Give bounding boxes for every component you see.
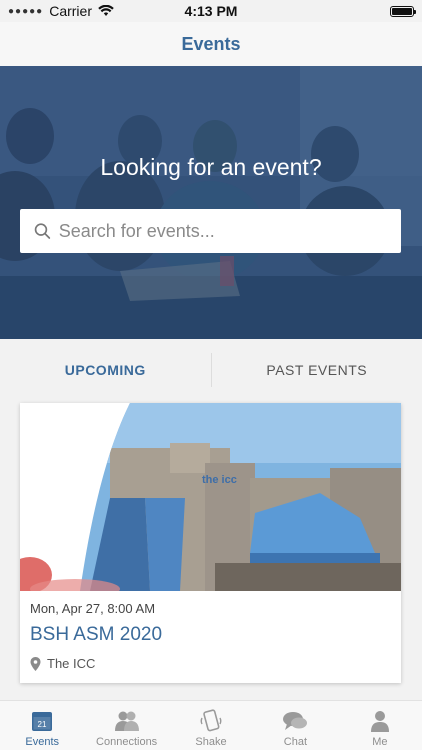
- chat-bubbles-icon: [282, 709, 308, 733]
- search-icon: [34, 223, 51, 239]
- person-icon: [369, 709, 391, 733]
- tabbar-item-connections[interactable]: Connections: [84, 701, 168, 750]
- signal-icon: ●●●●●: [8, 5, 44, 17]
- battery-icon: [390, 5, 416, 17]
- people-icon: [114, 709, 140, 733]
- event-card[interactable]: the icc Mon, Apr 27, 8:00 AM BSH ASM 202…: [20, 403, 401, 683]
- event-tabs: UPCOMING PAST EVENTS: [0, 339, 422, 401]
- status-bar: ●●●●● Carrier 4:13 PM: [0, 0, 422, 22]
- tabbar-label-chat: Chat: [283, 736, 308, 748]
- event-venue: The ICC: [30, 656, 391, 671]
- tab-upcoming[interactable]: UPCOMING: [0, 362, 211, 378]
- hero-title: Looking for an event?: [100, 154, 322, 180]
- event-image: the icc: [20, 403, 401, 591]
- page-title: Events: [181, 33, 241, 54]
- tabbar-label-connections: Connections: [96, 736, 158, 748]
- tab-past-events[interactable]: PAST EVENTS: [212, 362, 422, 378]
- tabbar-label-shake: Shake: [195, 736, 227, 748]
- hero-photo: [0, 66, 422, 339]
- tabbar-item-events[interactable]: 21 Events: [0, 701, 84, 750]
- tabbar-label-me: Me: [372, 736, 388, 748]
- event-date: Mon, Apr 27, 8:00 AM: [30, 601, 156, 616]
- tabbar-item-chat[interactable]: Chat: [253, 701, 337, 750]
- tabbar-item-me[interactable]: Me: [338, 701, 422, 750]
- calendar-day: 21: [38, 720, 47, 729]
- tabbar-item-shake[interactable]: Shake: [169, 701, 253, 750]
- event-venue-label: The ICC: [47, 656, 96, 671]
- bottom-tab-bar: 21 Events Connections Shake Chat Me: [0, 700, 422, 750]
- calendar-icon: 21: [31, 709, 53, 733]
- status-left: ●●●●● Carrier: [8, 3, 114, 19]
- event-details: Mon, Apr 27, 8:00 AM BSH ASM 2020 The IC…: [20, 591, 401, 681]
- nav-bar: Events: [0, 22, 422, 66]
- carrier-label: Carrier: [49, 3, 92, 19]
- hero-banner: Looking for an event?: [0, 66, 422, 339]
- event-title[interactable]: BSH ASM 2020: [30, 624, 391, 646]
- tabbar-label-events: Events: [25, 736, 60, 748]
- wifi-icon: [98, 5, 114, 16]
- location-pin-icon: [30, 656, 41, 671]
- building-sign: the icc: [202, 474, 237, 486]
- shake-phone-icon: [199, 709, 223, 733]
- building-photo: the icc: [20, 403, 401, 591]
- search-bar[interactable]: [20, 209, 401, 253]
- search-input[interactable]: [58, 220, 387, 242]
